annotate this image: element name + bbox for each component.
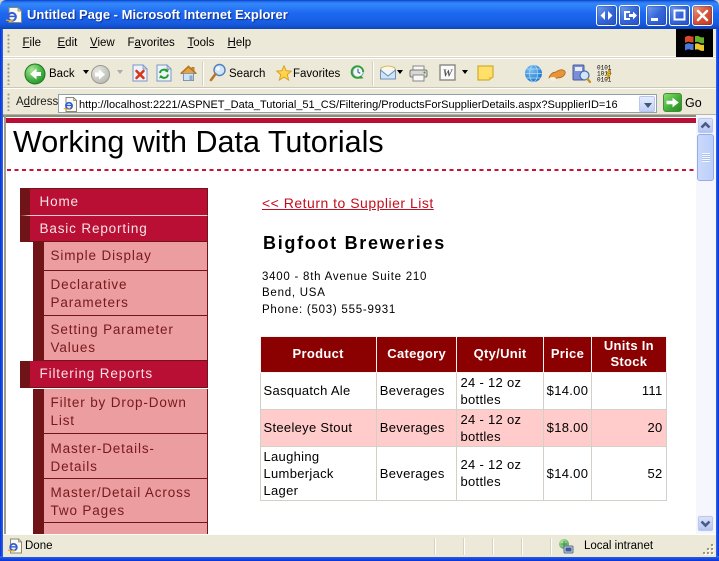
svg-text:0101: 0101 bbox=[597, 77, 612, 83]
svg-text:W: W bbox=[443, 68, 454, 80]
